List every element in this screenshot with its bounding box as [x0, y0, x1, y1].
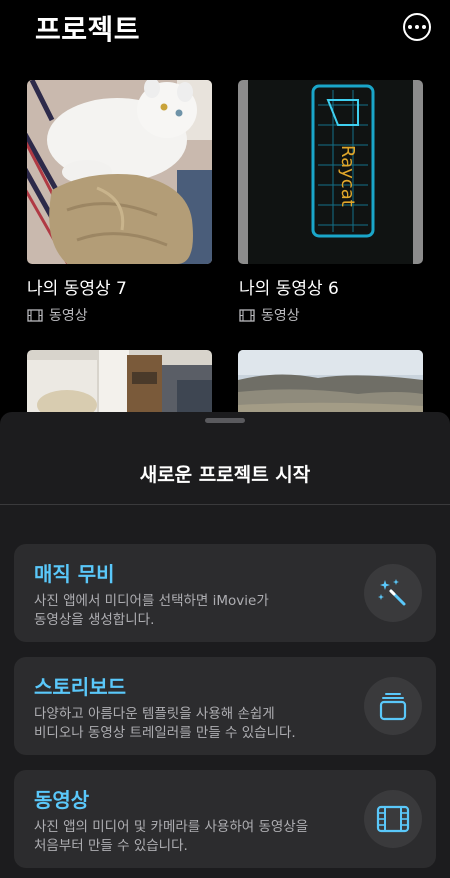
ellipsis-circle-icon: [408, 25, 426, 29]
option-title: 매직 무비: [34, 562, 115, 586]
project-thumbnail-room[interactable]: [27, 350, 212, 420]
film-icon: [364, 790, 422, 848]
magic-movie-option[interactable]: 매직 무비 사진 앱에서 미디어를 선택하면 iMovie가 동영상을 생성합니…: [14, 544, 436, 642]
room-photo: [27, 350, 212, 420]
project-type: 동영상: [239, 305, 300, 325]
page-title: 프로젝트: [35, 13, 141, 46]
magic-wand-icon: [364, 564, 422, 622]
landscape-photo: [238, 350, 423, 420]
project-title[interactable]: 나의 동영상 6: [239, 274, 339, 299]
new-project-sheet: 새로운 프로젝트 시작 매직 무비 사진 앱에서 미디어를 선택하면 iMovi…: [0, 412, 450, 878]
project-title[interactable]: 나의 동영상 7: [27, 274, 127, 299]
project-type: 동영상: [27, 305, 88, 325]
option-title: 동영상: [34, 788, 90, 812]
sheet-title: 새로운 프로젝트 시작: [139, 464, 311, 486]
project-type-label: 동영상: [49, 308, 88, 324]
option-description: 다양하고 아름다운 템플릿을 사용해 손쉽게 비디오나 동영상 트레일러를 만들…: [34, 706, 296, 741]
option-description: 사진 앱의 미디어 및 카메라를 사용하여 동영상을 처음부터 만들 수 있습니…: [34, 819, 309, 854]
project-thumbnail-cat[interactable]: [27, 80, 212, 264]
sheet-grabber[interactable]: [205, 418, 245, 423]
movie-option[interactable]: 동영상 사진 앱의 미디어 및 카메라를 사용하여 동영상을 처음부터 만들 수…: [14, 770, 436, 868]
option-description: 사진 앱에서 미디어를 선택하면 iMovie가 동영상을 생성합니다.: [34, 593, 269, 628]
neon-sign-photo: Raycat: [238, 80, 423, 264]
project-thumbnail-neon[interactable]: Raycat: [238, 80, 423, 264]
more-options-button[interactable]: [403, 13, 431, 41]
project-thumbnail-landscape[interactable]: [238, 350, 423, 420]
project-type-label: 동영상: [261, 308, 300, 324]
header: 프로젝트: [0, 0, 450, 60]
svg-text:Raycat: Raycat: [337, 145, 358, 207]
divider: [0, 504, 450, 505]
film-icon: [239, 308, 255, 322]
storyboard-option[interactable]: 스토리보드 다양하고 아름다운 템플릿을 사용해 손쉽게 비디오나 동영상 트레…: [14, 657, 436, 755]
option-title: 스토리보드: [34, 675, 126, 699]
cat-photo: [27, 80, 212, 264]
film-icon: [27, 308, 43, 322]
storyboard-stack-icon: [364, 677, 422, 735]
